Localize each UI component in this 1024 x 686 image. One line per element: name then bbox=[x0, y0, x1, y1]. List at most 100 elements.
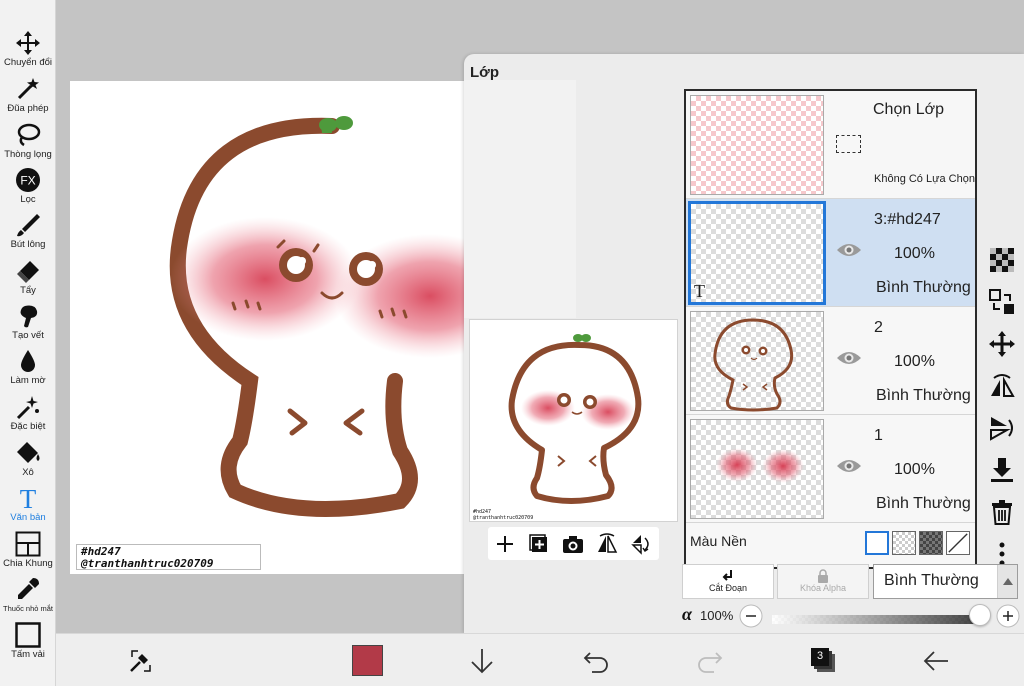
add-icon[interactable] bbox=[493, 532, 517, 556]
alpha-symbol: α bbox=[682, 604, 692, 624]
tool-label: Thuốc nhỏ mắt bbox=[2, 604, 54, 613]
smudge-finger-icon bbox=[20, 305, 38, 328]
clipping-label: Cắt Đoạn bbox=[708, 583, 748, 593]
tool-label: Tạo vết bbox=[12, 330, 44, 341]
background-none-swatch[interactable] bbox=[946, 531, 970, 555]
preview-area bbox=[464, 80, 576, 318]
alpha-lock-button[interactable]: Khóa Alpha bbox=[777, 564, 869, 599]
canvas-icon bbox=[15, 622, 41, 648]
tool-transform[interactable]: Chuyển đổi bbox=[0, 26, 56, 70]
layer-blend-mode: Bình Thường bbox=[876, 495, 971, 512]
trash-icon[interactable] bbox=[988, 498, 1016, 526]
checkerboard-icon[interactable] bbox=[988, 246, 1016, 274]
opacity-slider-track[interactable] bbox=[772, 611, 980, 624]
selection-layer-title: Chọn Lớp bbox=[873, 101, 944, 118]
visibility-eye-icon[interactable] bbox=[836, 241, 862, 259]
layer-row-1[interactable]: 1 100% Bình Thường bbox=[686, 415, 975, 523]
clipping-button[interactable]: Cắt Đoạn bbox=[682, 564, 774, 599]
background-transparent-swatch[interactable] bbox=[892, 531, 916, 555]
opacity-decrease-icon[interactable] bbox=[739, 604, 763, 628]
tool-lasso[interactable]: Thòng lọng bbox=[0, 118, 56, 162]
brush-icon bbox=[17, 214, 40, 237]
layer-count: 3 bbox=[816, 650, 824, 662]
blend-mode-dropdown[interactable] bbox=[997, 565, 1017, 598]
undo-icon[interactable] bbox=[582, 649, 610, 673]
bucket-icon bbox=[17, 442, 40, 463]
svg-text:T: T bbox=[20, 485, 37, 511]
tool-text[interactable]: T Văn bản bbox=[0, 481, 56, 525]
fx-filter-icon: FX bbox=[16, 168, 40, 192]
selection-marquee-icon bbox=[836, 135, 861, 153]
layer-1-thumbnail bbox=[690, 419, 824, 519]
tool-eyedropper[interactable]: Thuốc nhỏ mắt bbox=[0, 572, 56, 616]
layer-opacity: 100% bbox=[894, 461, 935, 478]
opacity-increase-icon[interactable] bbox=[996, 604, 1020, 628]
tool-special[interactable]: Đặc biệt bbox=[0, 390, 56, 434]
visibility-eye-icon[interactable] bbox=[836, 457, 862, 475]
eyedropper-icon bbox=[18, 578, 39, 599]
merge-down-icon[interactable] bbox=[988, 456, 1016, 484]
layer-opacity: 100% bbox=[894, 245, 935, 262]
eraser-icon bbox=[17, 261, 39, 283]
back-arrow-icon[interactable] bbox=[922, 649, 950, 673]
current-color-swatch[interactable] bbox=[352, 645, 383, 676]
move-arrows-icon bbox=[16, 31, 40, 55]
tool-magic-wand[interactable]: Đũa phép bbox=[0, 72, 56, 116]
layer-row-3[interactable]: T 3:#hd247 100% Bình Thường bbox=[686, 199, 975, 307]
sparkle-icon bbox=[16, 396, 39, 420]
layer-row-2[interactable]: 2 100% Bình Thường bbox=[686, 307, 975, 415]
tool-label: Chia Khung bbox=[3, 558, 53, 569]
swap-layer-icon[interactable] bbox=[988, 288, 1016, 316]
layer-actions-column bbox=[980, 244, 1024, 566]
background-dark-swatch[interactable] bbox=[919, 531, 943, 555]
tool-frame-divider[interactable]: Chia Khung bbox=[0, 527, 56, 571]
add-layer-icon[interactable] bbox=[527, 532, 551, 556]
tool-canvas[interactable]: Tấm vải bbox=[0, 618, 56, 662]
visibility-eye-icon[interactable] bbox=[836, 349, 862, 367]
camera-icon[interactable] bbox=[561, 532, 585, 556]
lasso-icon bbox=[17, 123, 41, 147]
background-white-swatch[interactable] bbox=[865, 531, 889, 555]
opacity-slider-knob[interactable] bbox=[969, 604, 991, 626]
redo-icon[interactable] bbox=[696, 649, 724, 673]
drawing-canvas[interactable] bbox=[70, 81, 525, 574]
selection-layer-row[interactable]: Chọn Lớp Không Có Lựa Chọn bbox=[686, 91, 975, 199]
blend-mode-select[interactable]: Bình Thường bbox=[873, 564, 1018, 599]
triangle-up-icon bbox=[1003, 578, 1013, 585]
background-label: Màu Nền bbox=[690, 533, 747, 549]
tool-label: Đặc biệt bbox=[10, 421, 46, 432]
layer-2-artwork bbox=[713, 318, 794, 412]
frame-divider-icon bbox=[15, 531, 41, 557]
flip-icon[interactable] bbox=[595, 532, 619, 556]
arrow-down-icon[interactable] bbox=[469, 647, 495, 675]
signature-text-box[interactable]: #hd247 @tranthanhtruc020709 bbox=[76, 544, 261, 570]
opacity-value: 100% bbox=[700, 608, 734, 623]
bottom-bar: 3 bbox=[56, 633, 1024, 686]
tool-label: Tẩy bbox=[20, 285, 36, 296]
layer-1-artwork bbox=[716, 448, 804, 483]
tool-filter[interactable]: FX Lọc bbox=[0, 163, 56, 207]
tool-blur[interactable]: Làm mờ bbox=[0, 344, 56, 388]
tool-label: Đũa phép bbox=[7, 103, 49, 114]
selection-layer-subtitle: Không Có Lựa Chọn bbox=[874, 173, 975, 185]
panel-title: Lớp bbox=[470, 64, 499, 81]
move-layer-icon[interactable] bbox=[988, 330, 1016, 358]
clip-arrow-icon bbox=[722, 570, 732, 581]
opacity-row: α 100% bbox=[682, 602, 1022, 630]
tool-smudge[interactable]: Tạo vết bbox=[0, 299, 56, 343]
tool-eraser[interactable]: Tẩy bbox=[0, 254, 56, 298]
layer-list: Chọn Lớp Không Có Lựa Chọn T 3:#hd247 10… bbox=[684, 89, 977, 569]
layers-button[interactable]: 3 bbox=[810, 647, 838, 675]
flip-horizontal-icon[interactable] bbox=[988, 372, 1016, 400]
layer-blend-mode: Bình Thường bbox=[876, 387, 971, 404]
slider-track-graphic bbox=[772, 615, 980, 624]
text-t-icon: T bbox=[20, 485, 37, 511]
flip-vertical-icon[interactable] bbox=[988, 414, 1016, 442]
quick-transform-icon[interactable] bbox=[128, 648, 154, 674]
layer-2-thumbnail bbox=[690, 311, 824, 412]
preview-toolbar bbox=[488, 527, 659, 560]
rotate-icon[interactable] bbox=[629, 532, 653, 556]
alpha-lock-label: Khóa Alpha bbox=[799, 583, 847, 593]
tool-bucket[interactable]: Xô bbox=[0, 436, 56, 480]
tool-brush[interactable]: Bút lông bbox=[0, 208, 56, 252]
